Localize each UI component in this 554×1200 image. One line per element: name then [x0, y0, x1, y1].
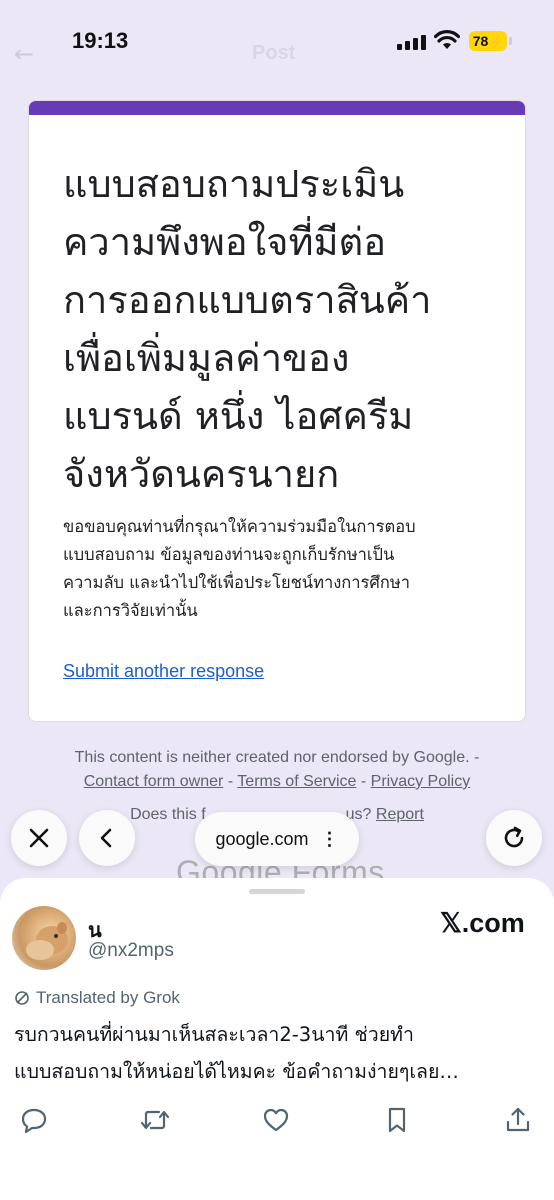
form-title-line: การออกแบบตราสินค้า	[63, 278, 432, 322]
translation-note: Translated by Grok	[14, 988, 180, 1008]
post-text-line: แบบสอบถามให้หน่อยได้ไหมคะ ข้อคำถามง่ายๆเ…	[14, 1060, 459, 1083]
post-actions	[0, 1100, 554, 1140]
report-link[interactable]: Report	[376, 806, 424, 823]
form-title-line: จังหวัดนครนายก	[63, 452, 340, 496]
bookmark-button[interactable]	[377, 1100, 417, 1140]
status-bar: ← Post 19:13 78⚡	[0, 0, 554, 84]
google-disclaimer: This content is neither created nor endo…	[40, 746, 514, 794]
like-button[interactable]	[256, 1100, 296, 1140]
form-title-line: เพื่อเพิ่มมูลค่าของ	[63, 336, 350, 380]
reload-icon	[504, 826, 524, 848]
form-confirmation-message: ขอขอบคุณท่านที่กรุณาให้ความร่วมมือในการต…	[63, 513, 503, 625]
post-text: รบกวนคนที่ผ่านมาเห็นสละเวลา2-3นาที ช่วยท…	[14, 1016, 540, 1090]
cellular-signal-icon	[397, 34, 427, 50]
reply-icon	[21, 1108, 47, 1134]
back-arrow-icon: ←	[14, 40, 35, 68]
url-text: google.com	[215, 828, 309, 849]
avatar[interactable]	[12, 906, 76, 970]
disclaimer-text: This content is neither created nor endo…	[74, 749, 480, 766]
submit-another-response-link[interactable]: Submit another response	[63, 661, 264, 682]
post-text-line: รบกวนคนที่ผ่านมาเห็นสละเวลา2-3นาที ช่วยท…	[14, 1023, 414, 1046]
reply-button[interactable]	[14, 1100, 54, 1140]
page-header-title: Post	[252, 42, 296, 64]
separator: -	[223, 773, 238, 790]
message-line: แบบสอบถาม ข้อมูลของท่านจะถูกเก็บรักษาเป็…	[63, 545, 395, 564]
sheet-grabber[interactable]	[249, 889, 305, 894]
form-accent-bar	[29, 101, 525, 115]
abuse-text-start: Does this f	[130, 806, 206, 823]
author-handle[interactable]: @nx2mps	[88, 940, 174, 962]
message-line: ขอขอบคุณท่านที่กรุณาให้ความร่วมมือในการต…	[63, 517, 416, 536]
form-title-line: ความพึงพอใจที่มีต่อ	[63, 220, 387, 264]
close-icon	[29, 828, 49, 848]
form-title-line: แบรนด์ หนึ่ง ไอศครีม	[63, 394, 414, 438]
terms-of-service-link[interactable]: Terms of Service	[237, 773, 356, 790]
avatar-image	[26, 922, 68, 960]
repost-button[interactable]	[135, 1100, 175, 1140]
separator: -	[356, 773, 371, 790]
chevron-left-icon	[100, 828, 112, 848]
grok-icon	[15, 991, 29, 1005]
battery-level: 78	[472, 33, 489, 49]
form-title: แบบสอบถามประเมิน ความพึงพอใจที่มีต่อ การ…	[63, 155, 503, 503]
bookmark-icon	[388, 1107, 406, 1133]
more-options-icon[interactable]: ⋮	[321, 830, 339, 848]
heart-icon	[263, 1108, 289, 1132]
browser-back-button[interactable]	[79, 810, 135, 866]
reload-button[interactable]	[486, 810, 542, 866]
battery-tip	[509, 37, 512, 45]
close-browser-button[interactable]	[11, 810, 67, 866]
wifi-icon	[434, 30, 460, 49]
url-bar[interactable]: google.com ⋮	[195, 812, 359, 866]
share-icon	[506, 1107, 530, 1132]
charging-bolt-icon: ⚡	[488, 35, 504, 49]
privacy-policy-link[interactable]: Privacy Policy	[371, 773, 471, 790]
repost-icon	[140, 1110, 170, 1130]
status-time: 19:13	[72, 28, 129, 53]
battery-indicator: 78⚡	[469, 31, 507, 51]
form-title-line: แบบสอบถามประเมิน	[63, 162, 405, 206]
post-preview-sheet: น @nx2mps 𝕏.com Translated by Grok รบกวน…	[0, 878, 554, 1200]
translated-by-label: Translated by Grok	[36, 988, 180, 1007]
x-com-logo: 𝕏.com	[440, 908, 525, 938]
form-confirmation-card: แบบสอบถามประเมิน ความพึงพอใจที่มีต่อ การ…	[28, 100, 526, 722]
message-line: และการวิจัยเท่านั้น	[63, 601, 198, 620]
message-line: ความลับ และนำไปใช้เพื่อประโยชน์ทางการศึก…	[63, 573, 411, 592]
share-button[interactable]	[498, 1100, 538, 1140]
contact-form-owner-link[interactable]: Contact form owner	[84, 773, 224, 790]
